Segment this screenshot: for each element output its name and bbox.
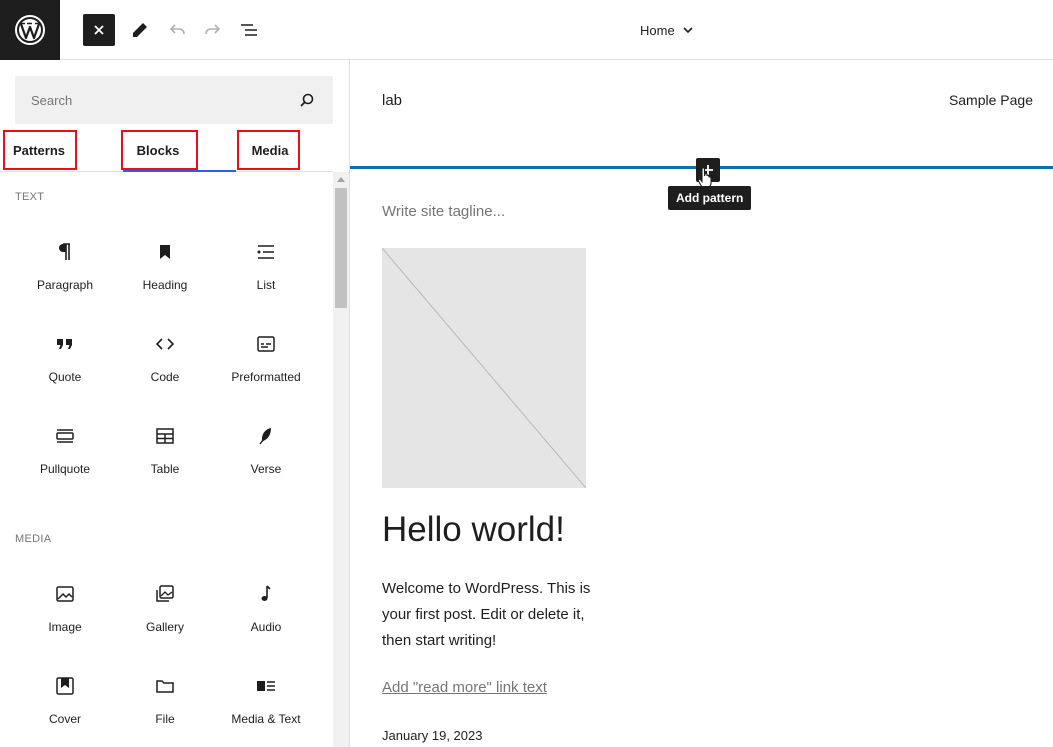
block-label: Quote bbox=[48, 370, 82, 384]
document-title: Home bbox=[640, 22, 675, 38]
preformatted-icon bbox=[254, 332, 278, 356]
block-label: Paragraph bbox=[36, 278, 94, 292]
table-icon bbox=[153, 424, 177, 448]
block-label: Table bbox=[150, 462, 180, 476]
block-audio[interactable]: Audio bbox=[216, 572, 316, 652]
gallery-icon bbox=[153, 582, 177, 606]
block-list[interactable]: List bbox=[216, 230, 316, 310]
inserter-tabs: Patterns Blocks Media bbox=[0, 128, 333, 172]
add-pattern-tooltip: Add pattern bbox=[668, 186, 752, 210]
block-label: Pullquote bbox=[39, 462, 91, 476]
tab-blocks[interactable]: Blocks bbox=[118, 128, 198, 172]
close-icon bbox=[94, 25, 104, 35]
pencil-icon bbox=[133, 23, 147, 37]
chevron-down-icon bbox=[683, 27, 693, 34]
featured-image-placeholder[interactable] bbox=[381, 247, 587, 489]
block-quote[interactable]: Quote bbox=[15, 322, 115, 402]
editor-top-toolbar: Home bbox=[0, 0, 1053, 60]
tools-button[interactable] bbox=[124, 14, 156, 46]
quote-icon bbox=[53, 332, 77, 356]
list-icon bbox=[254, 240, 278, 264]
post-title[interactable]: Hello world! bbox=[382, 510, 565, 550]
audio-icon bbox=[254, 582, 278, 606]
tab-media[interactable]: Media bbox=[236, 128, 304, 172]
inserter-scrollbar[interactable] bbox=[333, 172, 349, 747]
undo-button[interactable] bbox=[161, 14, 193, 46]
block-media-text[interactable]: Media & Text bbox=[216, 664, 316, 744]
block-file[interactable]: File bbox=[115, 664, 215, 744]
list-view-button[interactable] bbox=[233, 14, 265, 46]
block-label: Preformatted bbox=[231, 370, 301, 384]
block-label: Image bbox=[48, 620, 82, 634]
block-list: Text Paragraph Heading List Quote bbox=[0, 172, 333, 747]
scrollbar-thumb[interactable] bbox=[335, 188, 347, 308]
verse-feather-icon bbox=[254, 424, 278, 448]
navigation-link-sample-page[interactable]: Sample Page bbox=[949, 92, 1033, 108]
search-icon[interactable] bbox=[297, 90, 317, 110]
block-heading[interactable]: Heading bbox=[115, 230, 215, 310]
undo-icon bbox=[169, 24, 185, 35]
block-paragraph[interactable]: Paragraph bbox=[15, 230, 115, 310]
folder-icon bbox=[153, 674, 177, 698]
media-text-icon bbox=[254, 674, 278, 698]
tab-patterns[interactable]: Patterns bbox=[0, 128, 78, 172]
code-icon bbox=[153, 332, 177, 356]
editor-canvas: lab Sample Page Add pattern Write site t… bbox=[350, 60, 1053, 747]
redo-button[interactable] bbox=[197, 14, 229, 46]
scroll-up-arrow-icon[interactable] bbox=[337, 177, 345, 182]
block-label: Verse bbox=[250, 462, 282, 476]
post-date: January 19, 2023 bbox=[382, 728, 483, 743]
block-table[interactable]: Table bbox=[115, 414, 215, 494]
block-preformatted[interactable]: Preformatted bbox=[216, 322, 316, 402]
inserter-search bbox=[15, 76, 333, 124]
block-label: Heading bbox=[142, 278, 188, 292]
block-label: Cover bbox=[48, 712, 81, 726]
block-image[interactable]: Image bbox=[15, 572, 115, 652]
document-title-dropdown[interactable]: Home bbox=[640, 18, 695, 42]
image-icon bbox=[53, 582, 77, 606]
block-pullquote[interactable]: Pullquote bbox=[15, 414, 115, 494]
search-input[interactable] bbox=[15, 76, 295, 124]
wordpress-logo-icon[interactable] bbox=[0, 0, 60, 60]
site-title[interactable]: lab bbox=[382, 92, 402, 109]
image-placeholder-diagonal-icon bbox=[381, 247, 587, 489]
block-label: Audio bbox=[250, 620, 282, 634]
cover-icon bbox=[53, 674, 77, 698]
block-label: List bbox=[256, 278, 276, 292]
block-inserter-panel: Patterns Blocks Media Text Paragraph Hea… bbox=[0, 60, 350, 747]
site-tagline-placeholder[interactable]: Write site tagline... bbox=[382, 203, 505, 220]
close-inserter-button[interactable] bbox=[83, 14, 115, 46]
block-label: Gallery bbox=[145, 620, 184, 634]
paragraph-icon bbox=[53, 240, 77, 264]
block-cover[interactable]: Cover bbox=[15, 664, 115, 744]
block-gallery[interactable]: Gallery bbox=[115, 572, 215, 652]
block-code[interactable]: Code bbox=[115, 322, 215, 402]
block-label: Code bbox=[150, 370, 180, 384]
pullquote-icon bbox=[53, 424, 77, 448]
heading-bookmark-icon bbox=[153, 240, 177, 264]
list-view-icon bbox=[241, 24, 257, 36]
category-label-text: Text bbox=[15, 191, 45, 203]
block-verse[interactable]: Verse bbox=[216, 414, 316, 494]
redo-icon bbox=[205, 24, 221, 35]
post-excerpt[interactable]: Welcome to WordPress. This is your first… bbox=[382, 576, 592, 654]
category-label-media: Media bbox=[15, 533, 52, 545]
block-label: Media & Text bbox=[231, 712, 301, 726]
block-label: File bbox=[155, 712, 175, 726]
read-more-link-placeholder[interactable]: Add "read more" link text bbox=[382, 679, 547, 696]
